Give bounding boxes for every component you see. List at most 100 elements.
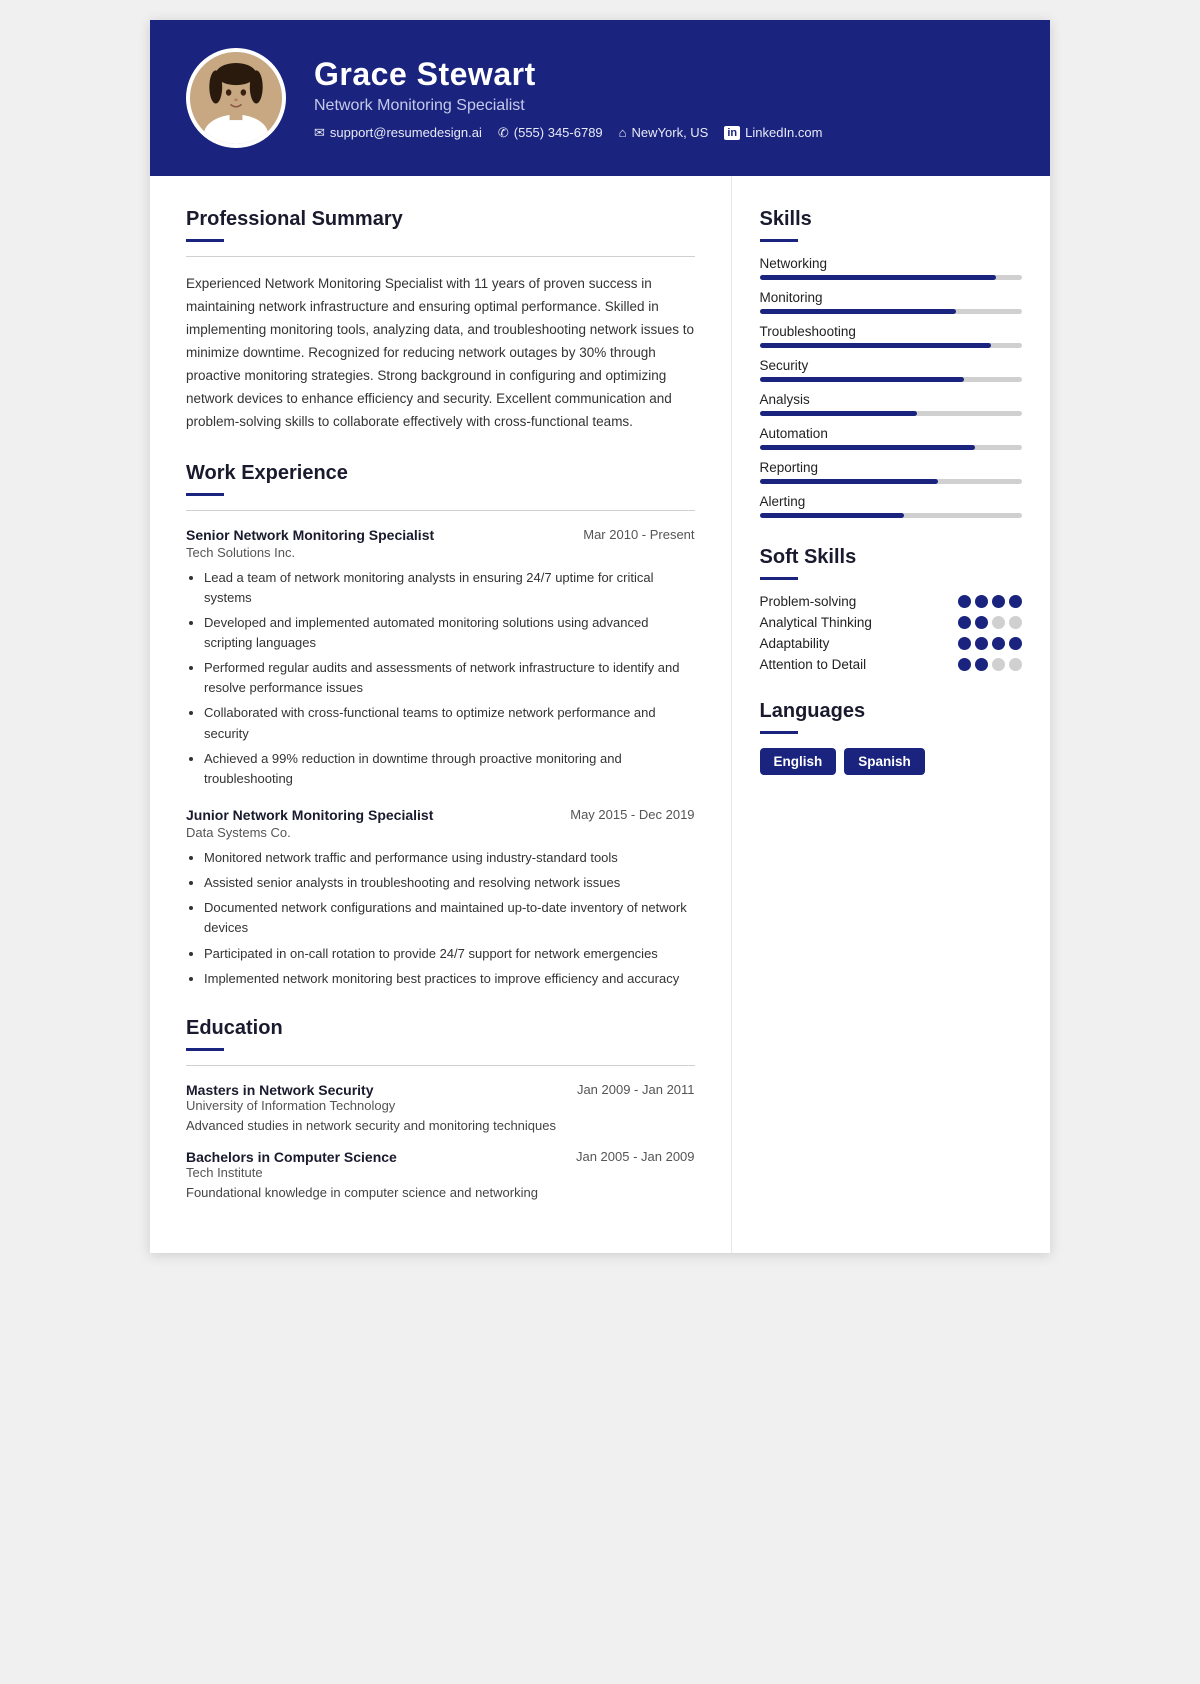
left-column: Professional Summary Experienced Network… [150,176,732,1253]
skill-dots [958,658,1022,671]
skill-bar-bg [760,411,1022,416]
summary-underline [186,239,224,242]
skill-bar-fill [760,445,975,450]
dot-filled [992,595,1005,608]
soft-skill-item: Analytical Thinking [760,615,1022,630]
bullet: Lead a team of network monitoring analys… [204,568,695,608]
work-divider [186,510,695,511]
edu-institution-1: University of Information Technology [186,1098,695,1113]
soft-skill-item: Adaptability [760,636,1022,651]
linkedin-text: LinkedIn.com [745,125,822,140]
skill-bar-bg [760,479,1022,484]
dot-filled [958,637,971,650]
skill-bar-fill [760,309,957,314]
contact-location: ⌂ NewYork, US [619,125,709,141]
email-icon: ✉ [314,125,325,141]
dot-filled [975,616,988,629]
dot-filled [992,637,1005,650]
languages-section: Languages EnglishSpanish [760,700,1022,775]
contact-email: ✉ support@resumedesign.ai [314,125,482,141]
header-info: Grace Stewart Network Monitoring Special… [314,56,1014,141]
skills-underline [760,239,798,242]
language-tags: EnglishSpanish [760,748,1022,775]
languages-title: Languages [760,700,1022,723]
avatar [186,48,286,148]
edu-degree-1: Masters in Network Security [186,1082,374,1098]
skill-name: Networking [760,256,1022,271]
languages-underline [760,731,798,734]
edu-entry-1: Masters in Network Security Jan 2009 - J… [186,1082,695,1136]
skill-bar-bg [760,445,1022,450]
soft-skill-name: Problem-solving [760,594,958,609]
phone-text: (555) 345-6789 [514,125,603,140]
skills-list: Networking Monitoring Troubleshooting Se… [760,256,1022,518]
skill-item: Analysis [760,392,1022,416]
skill-item: Security [760,358,1022,382]
skill-name: Analysis [760,392,1022,407]
soft-skill-name: Analytical Thinking [760,615,958,630]
soft-skills-underline [760,577,798,580]
bullet: Developed and implemented automated moni… [204,613,695,653]
dot-filled [958,595,971,608]
phone-icon: ✆ [498,125,509,141]
job-title-1: Senior Network Monitoring Specialist [186,527,434,543]
contact-phone: ✆ (555) 345-6789 [498,125,603,141]
bullet: Assisted senior analysts in troubleshoot… [204,873,695,893]
edu-header-2: Bachelors in Computer Science Jan 2005 -… [186,1149,695,1165]
skill-bar-fill [760,479,938,484]
skill-name: Alerting [760,494,1022,509]
job-header-2: Junior Network Monitoring Specialist May… [186,807,695,823]
summary-title: Professional Summary [186,208,695,231]
dot-empty [992,658,1005,671]
dot-filled [958,616,971,629]
dot-empty [1009,658,1022,671]
soft-skills-section: Soft Skills Problem-solvingAnalytical Th… [760,546,1022,672]
soft-skill-name: Adaptability [760,636,958,651]
job-bullets-2: Monitored network traffic and performanc… [186,848,695,989]
job-date-2: May 2015 - Dec 2019 [570,807,694,822]
right-column: Skills Networking Monitoring Troubleshoo… [732,176,1050,1253]
location-text: NewYork, US [632,125,709,140]
education-title: Education [186,1017,695,1040]
resume-body: Professional Summary Experienced Network… [150,176,1050,1253]
job-entry-1: Senior Network Monitoring Specialist Mar… [186,527,695,789]
skill-bar-fill [760,377,965,382]
skill-bar-fill [760,275,996,280]
skill-item: Troubleshooting [760,324,1022,348]
dot-filled [975,658,988,671]
language-tag: Spanish [844,748,925,775]
resume-header: Grace Stewart Network Monitoring Special… [150,20,1050,176]
skill-item: Networking [760,256,1022,280]
education-underline [186,1048,224,1051]
work-underline [186,493,224,496]
resume-document: Grace Stewart Network Monitoring Special… [150,20,1050,1253]
skill-name: Troubleshooting [760,324,1022,339]
skill-dots [958,637,1022,650]
skills-title: Skills [760,208,1022,231]
candidate-title: Network Monitoring Specialist [314,97,1014,115]
dot-filled [975,595,988,608]
job-date-1: Mar 2010 - Present [583,527,694,542]
edu-date-1: Jan 2009 - Jan 2011 [577,1082,695,1097]
location-icon: ⌂ [619,125,627,140]
contact-list: ✉ support@resumedesign.ai ✆ (555) 345-67… [314,125,1014,141]
skill-name: Monitoring [760,290,1022,305]
dot-filled [975,637,988,650]
dot-filled [1009,637,1022,650]
job-company-2: Data Systems Co. [186,825,695,840]
skill-item: Monitoring [760,290,1022,314]
edu-entry-2: Bachelors in Computer Science Jan 2005 -… [186,1149,695,1203]
bullet: Participated in on-call rotation to prov… [204,944,695,964]
bullet: Performed regular audits and assessments… [204,658,695,698]
edu-date-2: Jan 2005 - Jan 2009 [576,1149,695,1164]
job-entry-2: Junior Network Monitoring Specialist May… [186,807,695,989]
soft-skills-list: Problem-solving Analytical Thinking Adapta… [760,594,1022,672]
skill-item: Alerting [760,494,1022,518]
skill-bar-bg [760,343,1022,348]
candidate-name: Grace Stewart [314,56,1014,93]
soft-skill-name: Attention to Detail [760,657,958,672]
job-title-2: Junior Network Monitoring Specialist [186,807,433,823]
dot-filled [1009,595,1022,608]
dot-empty [992,616,1005,629]
edu-desc-1: Advanced studies in network security and… [186,1116,695,1136]
